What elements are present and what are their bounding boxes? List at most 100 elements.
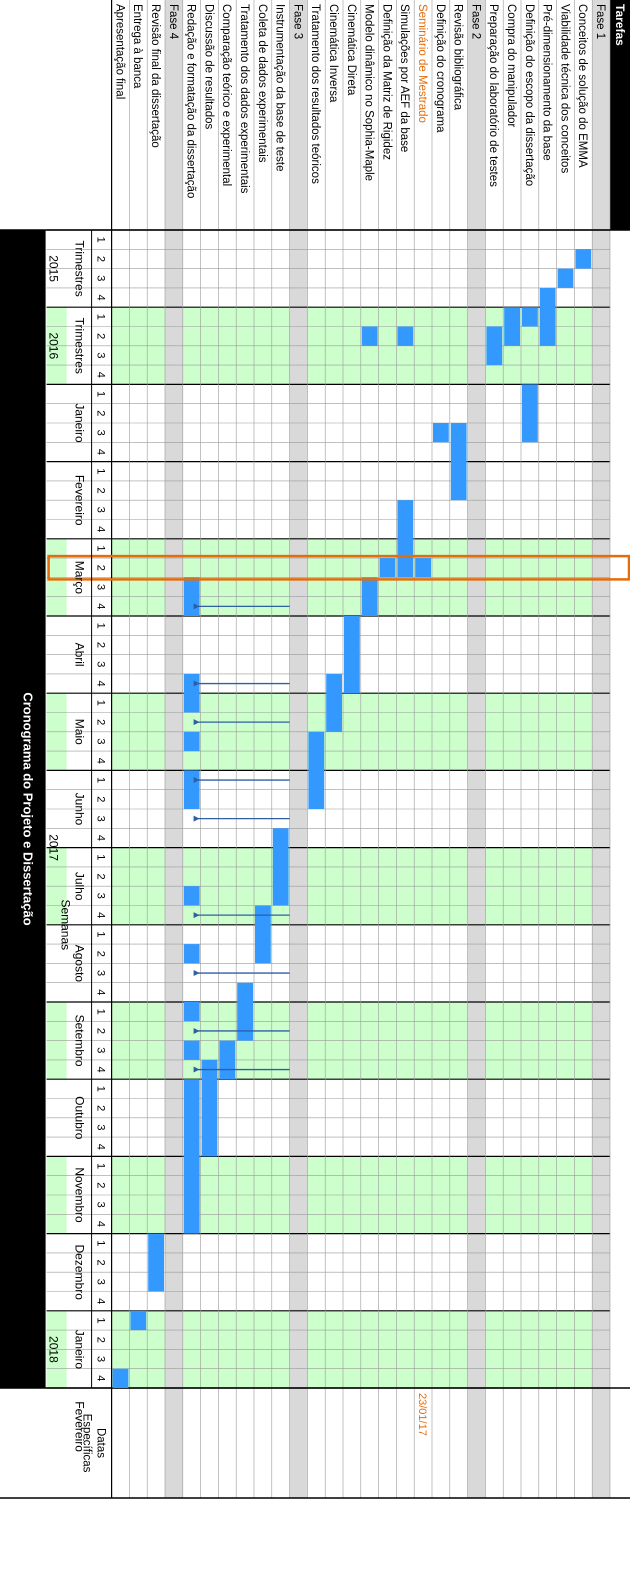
month-label: Janeiro bbox=[73, 403, 87, 443]
sub-number-label: 3 bbox=[95, 1124, 107, 1130]
sub-number-label: 3 bbox=[95, 970, 107, 976]
sub-number-label: 3 bbox=[95, 738, 107, 744]
sub-number-label: 4 bbox=[95, 680, 107, 686]
gantt-bar bbox=[575, 249, 592, 269]
sub-number-label: 4 bbox=[95, 603, 107, 609]
gantt-bar bbox=[557, 268, 574, 288]
sub-number-label: 4 bbox=[95, 835, 107, 841]
chart-title: Cronograma do Projeto e Dissertação bbox=[21, 692, 36, 925]
sub-number-label: 4 bbox=[95, 912, 107, 918]
month-label: Novembro bbox=[73, 1167, 87, 1223]
sub-number-label: 4 bbox=[95, 1375, 107, 1381]
sub-number-label: 4 bbox=[95, 449, 107, 455]
sub-number-label: 3 bbox=[95, 816, 107, 822]
gantt-bar bbox=[183, 1079, 200, 1234]
year-label: 2015 bbox=[47, 255, 61, 282]
sub-number-label: 3 bbox=[95, 1047, 107, 1053]
task-label: Tratamento dos dados experimentais bbox=[238, 4, 250, 194]
semanas-label: Semanas bbox=[59, 899, 73, 950]
gantt-bar bbox=[183, 673, 200, 713]
trimestres-label: Trimestres bbox=[73, 240, 87, 296]
sub-number-label: 2 bbox=[95, 1337, 107, 1343]
sub-number-label: 3 bbox=[95, 430, 107, 436]
month-label: Junho bbox=[73, 793, 87, 826]
sub-number-label: 3 bbox=[95, 275, 107, 281]
sub-number-label: 4 bbox=[95, 1221, 107, 1227]
sub-number-label: 2 bbox=[95, 951, 107, 957]
task-label: Definição do escopo da dissertação bbox=[523, 4, 535, 186]
gantt-bar bbox=[379, 558, 396, 578]
sub-number-label: 4 bbox=[95, 1144, 107, 1150]
sub-number-label: 2 bbox=[95, 565, 107, 571]
sub-number-label: 3 bbox=[95, 507, 107, 513]
sub-number-label: 2 bbox=[95, 1028, 107, 1034]
sub-number-label: 3 bbox=[95, 661, 107, 667]
sub-number-label: 3 bbox=[95, 352, 107, 358]
phase-row-7 bbox=[467, 0, 486, 1498]
task-label: Viabilidade técnica dos conceitos bbox=[558, 4, 570, 173]
task-label: Simulações por AEF da base bbox=[398, 4, 410, 152]
month-label: Julho bbox=[73, 872, 87, 901]
task-label: Entrega à banca bbox=[131, 4, 143, 89]
rotated-chart: Tarefas Fase 1 Conceitos de solução do EMM… bbox=[0, 0, 630, 1588]
month-label: Maio bbox=[73, 719, 87, 745]
task-label: Cinemática Inversa bbox=[327, 4, 339, 103]
task-label: Definição do cronograma bbox=[434, 4, 446, 133]
month-label: Janeiro bbox=[73, 1330, 87, 1370]
gantt-bar bbox=[486, 326, 503, 366]
gantt-bar bbox=[183, 731, 200, 752]
sub-number-label: 2 bbox=[95, 1105, 107, 1111]
sub-number-label: 2 bbox=[95, 487, 107, 493]
month-label: Setembro bbox=[73, 1015, 87, 1067]
month-label: Agosto bbox=[73, 945, 87, 983]
sub-number-label: 1 bbox=[95, 931, 107, 937]
sub-number-label: 2 bbox=[95, 796, 107, 802]
gantt-chart: Tarefas Fase 1 Conceitos de solução do EMM… bbox=[0, 0, 630, 1588]
sub-number-label: 4 bbox=[95, 294, 107, 300]
gantt-bar bbox=[308, 731, 325, 809]
task-label: Fase 3 bbox=[291, 4, 303, 39]
sub-number-label: 1 bbox=[95, 1317, 107, 1323]
gantt-bar bbox=[343, 616, 360, 694]
tasks-header-label: Tarefas bbox=[613, 4, 627, 46]
gantt-bar bbox=[183, 577, 200, 617]
gantt-bar bbox=[326, 673, 342, 732]
gantt-bar bbox=[522, 307, 538, 327]
sub-number-label: 2 bbox=[95, 642, 107, 648]
sub-number-label: 1 bbox=[95, 700, 107, 706]
task-label: Comparação teórico e experimental bbox=[220, 4, 232, 186]
gantt-bar bbox=[183, 1002, 200, 1022]
sub-number-label: 4 bbox=[95, 526, 107, 532]
sub-number-label: 2 bbox=[95, 256, 107, 262]
sub-number-label: 1 bbox=[95, 314, 107, 320]
month-label: Abril bbox=[73, 643, 87, 667]
gantt-bar bbox=[183, 770, 200, 810]
phase-row-0 bbox=[592, 0, 610, 1498]
task-label: Compra do manipulador bbox=[505, 4, 517, 128]
datas-header-label: Datas bbox=[95, 1428, 107, 1458]
task-label: Cinemática Direta bbox=[345, 4, 357, 96]
gantt-bar bbox=[522, 384, 538, 443]
gantt-bar bbox=[397, 326, 414, 346]
sub-number-label: 3 bbox=[95, 1202, 107, 1208]
sub-number-label: 1 bbox=[95, 1240, 107, 1246]
datas-header-label: Específicas bbox=[81, 1414, 93, 1473]
gantt-bar bbox=[219, 1040, 236, 1080]
sub-number-label: 3 bbox=[95, 893, 107, 899]
task-label: Fase 2 bbox=[469, 4, 481, 39]
trimestres-label: Trimestres bbox=[73, 318, 87, 374]
year-label: 2017 bbox=[47, 834, 61, 861]
task-label: Coleta de dados experimentais bbox=[256, 4, 268, 163]
gantt-bar bbox=[450, 423, 467, 501]
sub-number-label: 4 bbox=[95, 1066, 107, 1072]
sub-number-label: 1 bbox=[95, 623, 107, 629]
gantt-bar bbox=[361, 326, 378, 346]
task-label: Preparação do laboratório de testes bbox=[487, 4, 499, 187]
task-label: Definição da Matriz de Rigidez bbox=[380, 4, 392, 160]
gantt-bar bbox=[183, 1040, 200, 1060]
month-label: Março bbox=[73, 561, 87, 595]
task-label: Pré-dimensionamento da base bbox=[541, 4, 553, 161]
gantt-bar bbox=[237, 982, 253, 1041]
gantt-bar bbox=[361, 577, 378, 617]
sub-number-label: 1 bbox=[95, 777, 107, 783]
